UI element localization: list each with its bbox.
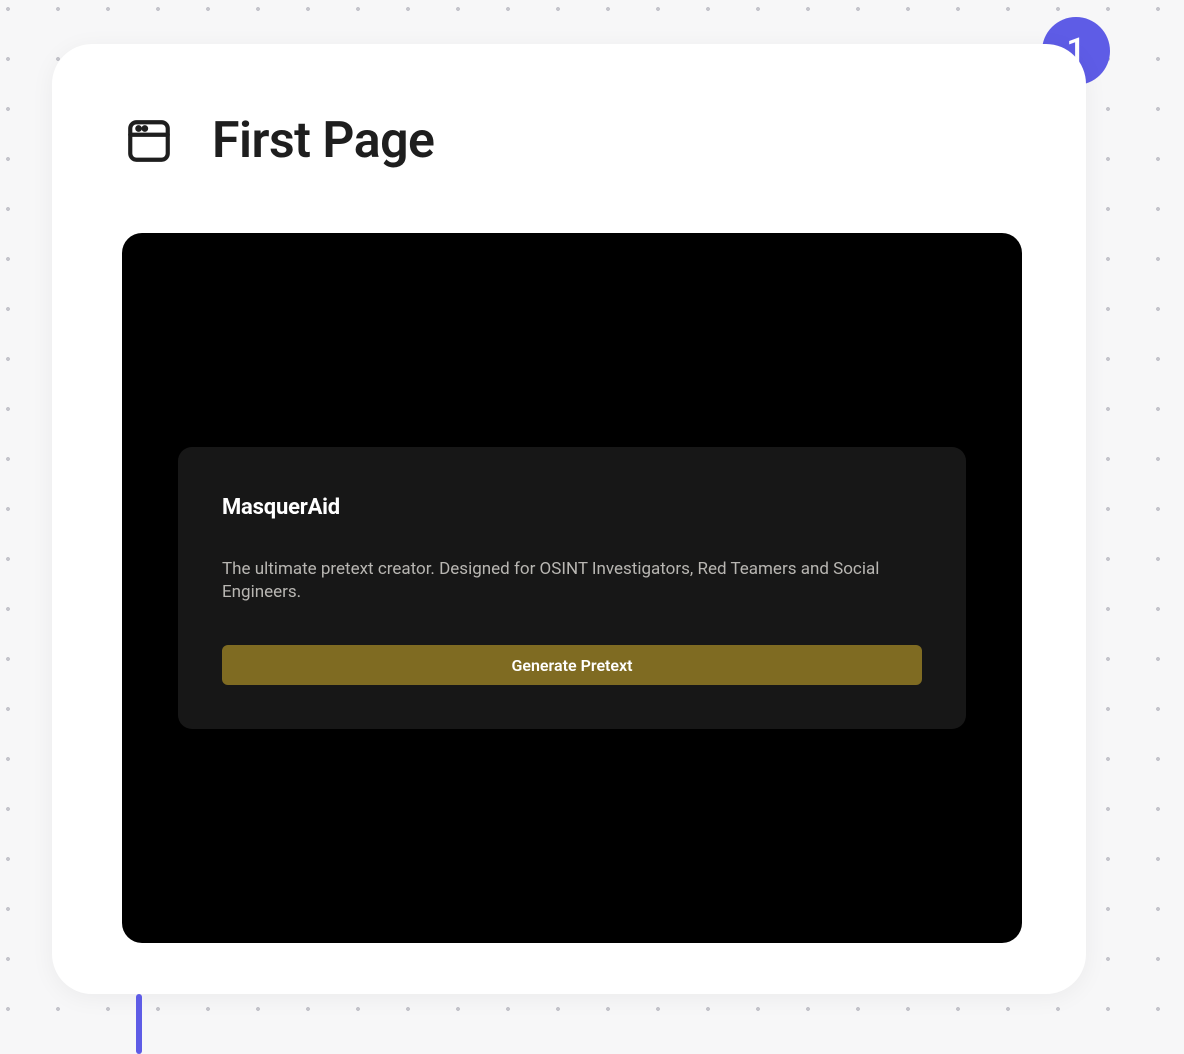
app-preview-card: MasquerAid The ultimate pretext creator.… bbox=[178, 447, 966, 730]
page-card: First Page MasquerAid The ultimate prete… bbox=[52, 44, 1086, 994]
generate-pretext-button[interactable]: Generate Pretext bbox=[222, 645, 922, 685]
app-window-icon bbox=[124, 113, 174, 169]
preview-frame: MasquerAid The ultimate pretext creator.… bbox=[122, 233, 1022, 943]
app-preview-title: MasquerAid bbox=[222, 495, 922, 520]
card-header: First Page bbox=[108, 112, 1016, 170]
page-title: First Page bbox=[212, 112, 434, 170]
app-preview-description: The ultimate pretext creator. Designed f… bbox=[222, 558, 922, 604]
timeline-connector bbox=[136, 994, 142, 1054]
